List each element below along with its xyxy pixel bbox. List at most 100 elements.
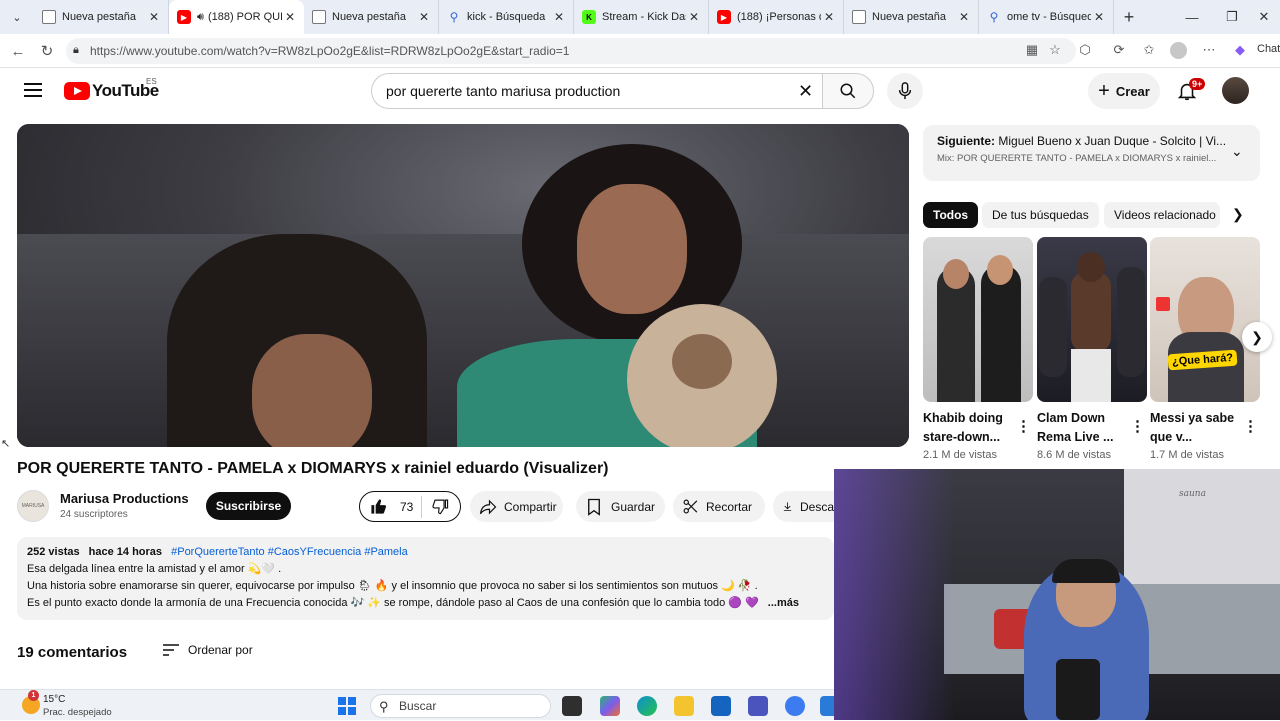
tab-list-dropdown[interactable]: ⌄: [0, 0, 34, 34]
video-player[interactable]: [17, 124, 909, 447]
copilot-taskbar-icon[interactable]: [600, 696, 620, 716]
app-icon[interactable]: [785, 696, 805, 716]
channel-name[interactable]: Mariusa Productions: [60, 491, 189, 506]
save-button[interactable]: Guardar: [576, 491, 665, 522]
like-button[interactable]: 73: [360, 492, 423, 521]
extensions-icon[interactable]: ⬡: [1076, 42, 1094, 60]
playlist-next-panel[interactable]: Siguiente: Miguel Bueno x Juan Duque - S…: [923, 125, 1260, 181]
like-count: 73: [400, 499, 414, 514]
short-thumbnail[interactable]: [1037, 237, 1147, 402]
menu-icon[interactable]: [24, 83, 42, 97]
subscribe-button[interactable]: Suscribirse: [206, 492, 291, 520]
chip-related[interactable]: Videos relacionado: [1104, 202, 1220, 228]
close-icon[interactable]: ✕: [146, 10, 162, 24]
site-info-icon[interactable]: 🔒︎: [73, 44, 85, 57]
clear-search-icon[interactable]: ✕: [798, 81, 813, 102]
chip-from-searches[interactable]: De tus búsquedas: [982, 202, 1099, 228]
profile-icon[interactable]: [1170, 42, 1187, 59]
voice-search-button[interactable]: [887, 73, 923, 109]
shorts-next-button[interactable]: ❯: [1242, 322, 1272, 352]
youtube-header: YouTube ES por quererte tanto mariusa pr…: [0, 68, 1280, 114]
short-card[interactable]: ¿Que hará? Messi ya sabe que v... 1.7 M …: [1150, 237, 1260, 461]
clip-button[interactable]: Recortar: [673, 491, 765, 522]
more-vert-icon[interactable]: ⋮: [1243, 417, 1258, 435]
copilot-icon[interactable]: ◆: [1231, 42, 1249, 60]
favorites-icon[interactable]: ✩: [1140, 42, 1158, 60]
close-icon[interactable]: ✕: [282, 10, 298, 24]
browser-tab-active[interactable]: ▶ 🔊︎ (188) POR QUE ✕: [169, 0, 304, 34]
more-icon[interactable]: ⋯: [1200, 42, 1218, 60]
close-window-button[interactable]: ✕: [1244, 0, 1280, 34]
short-card[interactable]: Khabib doing stare-down... 2.1 M de vist…: [923, 237, 1033, 461]
browser-tab[interactable]: ▶ (188) ¡Personas de ✕: [709, 0, 844, 34]
new-tab-button[interactable]: +: [1114, 7, 1144, 28]
taskbar-search[interactable]: ⚲ Buscar: [370, 694, 551, 718]
like-dislike-group: 73: [359, 491, 461, 522]
browser-tab[interactable]: ⚲ ome tv - Búsqueda ✕: [979, 0, 1114, 34]
app-icon[interactable]: [820, 696, 834, 716]
channel-avatar[interactable]: MARIUSA: [17, 490, 49, 522]
wall-sign: sauna: [1179, 489, 1206, 499]
speaker-icon[interactable]: 🔊︎: [197, 11, 204, 24]
browser-tab[interactable]: K Stream - Kick Dashb ✕: [574, 0, 709, 34]
more-vert-icon[interactable]: ⋮: [1130, 417, 1145, 435]
short-title[interactable]: Clam Down Rema Live ...: [1037, 409, 1127, 447]
hashtags[interactable]: #PorQuererteTanto #CaosYFrecuencia #Pame…: [171, 546, 408, 558]
favorite-star-icon[interactable]: ☆: [1046, 42, 1064, 60]
store-icon[interactable]: [711, 696, 731, 716]
description-line: Esa delgada línea entre la amistad y el …: [27, 563, 282, 575]
chip-all[interactable]: Todos: [923, 202, 979, 228]
performance-icon[interactable]: ⟳: [1110, 42, 1128, 60]
chevron-down-icon[interactable]: ⌄: [1231, 143, 1243, 160]
search-button[interactable]: [822, 73, 874, 109]
show-more-link[interactable]: ...más: [768, 597, 799, 609]
back-button[interactable]: ←: [6, 39, 30, 63]
description-box[interactable]: 252 vistas hace 14 horas #PorQuererteTan…: [17, 537, 834, 620]
edge-icon[interactable]: [637, 696, 657, 716]
reload-button[interactable]: ↻: [35, 39, 59, 63]
browser-tab[interactable]: Nueva pestaña ✕: [844, 0, 979, 34]
windows-start-icon[interactable]: [337, 696, 357, 716]
short-title[interactable]: Khabib doing stare-down...: [923, 409, 1013, 447]
plus-icon: +: [1098, 79, 1110, 102]
browser-tab[interactable]: Nueva pestaña ✕: [34, 0, 169, 34]
avatar[interactable]: [1222, 77, 1249, 104]
close-icon[interactable]: ✕: [416, 10, 432, 24]
short-thumbnail[interactable]: ¿Que hará?: [1150, 237, 1260, 402]
more-vert-icon[interactable]: ⋮: [1016, 417, 1031, 435]
chat-label[interactable]: Chat: [1257, 43, 1280, 55]
reader-view-icon[interactable]: ▦: [1023, 42, 1041, 60]
task-view-icon[interactable]: [562, 696, 582, 716]
chevron-right-icon[interactable]: ❯: [1232, 206, 1244, 223]
short-title[interactable]: Messi ya sabe que v...: [1150, 409, 1240, 447]
teams-icon[interactable]: [748, 696, 768, 716]
share-button[interactable]: Compartir: [470, 491, 563, 522]
temperature: 15°C: [43, 694, 66, 705]
mix-title: Mix: POR QUERERTE TANTO - PAMELA x DIOMA…: [937, 153, 1217, 164]
thumbs-up-icon: [371, 499, 387, 514]
weather-widget[interactable]: 1 15°C Prac. despejado: [22, 690, 132, 719]
youtube-logo[interactable]: YouTube ES: [64, 77, 159, 101]
share-label: Compartir: [504, 499, 557, 514]
search-icon: [840, 83, 856, 99]
download-button[interactable]: Desca: [773, 491, 834, 522]
dislike-button[interactable]: [422, 492, 449, 521]
browser-tab[interactable]: ⚲ kick - Búsqueda ✕: [439, 0, 574, 34]
url-field[interactable]: 🔒︎ https://www.youtube.com/watch?v=RW8zL…: [66, 38, 1076, 64]
close-icon[interactable]: ✕: [1091, 10, 1107, 24]
sort-comments-button[interactable]: Ordenar por: [162, 643, 253, 657]
search-input[interactable]: por quererte tanto mariusa production: [371, 73, 822, 109]
browser-tab[interactable]: Nueva pestaña ✕: [304, 0, 439, 34]
close-icon[interactable]: ✕: [551, 10, 567, 24]
next-up-line: Siguiente: Miguel Bueno x Juan Duque - S…: [937, 134, 1227, 148]
short-thumbnail[interactable]: [923, 237, 1033, 402]
close-icon[interactable]: ✕: [956, 10, 972, 24]
youtube-icon: ▶: [717, 10, 731, 24]
download-label: Desca: [799, 499, 834, 514]
file-explorer-icon[interactable]: [674, 696, 694, 716]
short-card[interactable]: Clam Down Rema Live ... 8.6 M de vistas …: [1037, 237, 1147, 461]
minimize-button[interactable]: —: [1172, 0, 1212, 34]
close-icon[interactable]: ✕: [686, 10, 702, 24]
close-icon[interactable]: ✕: [821, 10, 837, 24]
create-button[interactable]: + Crear: [1088, 73, 1160, 109]
